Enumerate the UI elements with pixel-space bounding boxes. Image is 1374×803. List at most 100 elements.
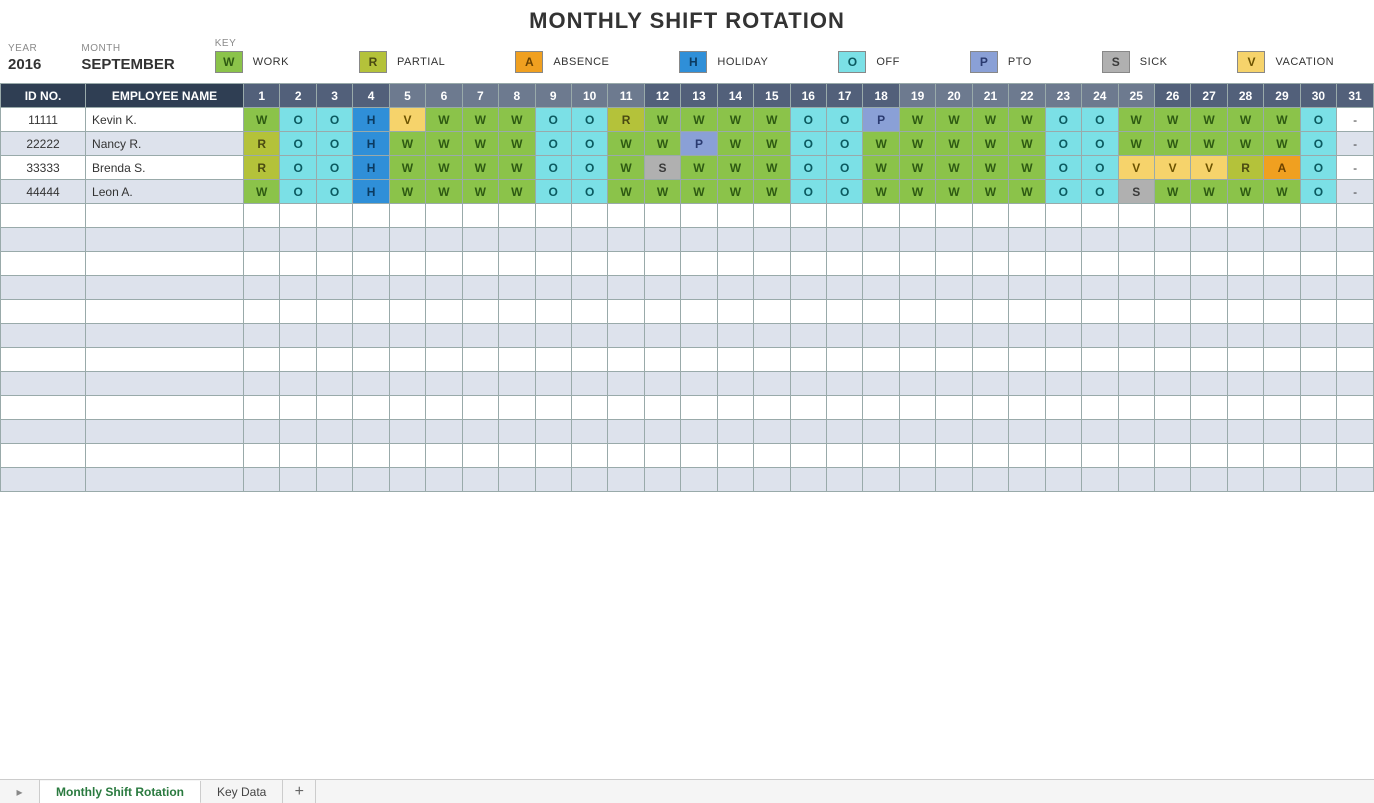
shift-cell[interactable] — [936, 420, 972, 444]
shift-cell[interactable] — [681, 324, 717, 348]
shift-cell[interactable] — [1045, 252, 1081, 276]
shift-cell[interactable] — [244, 396, 280, 420]
shift-cell[interactable]: W — [899, 156, 935, 180]
shift-cell[interactable]: W — [754, 180, 790, 204]
shift-cell[interactable] — [316, 468, 352, 492]
shift-cell[interactable] — [1118, 204, 1154, 228]
cell-id[interactable] — [1, 468, 86, 492]
shift-cell[interactable] — [571, 228, 607, 252]
shift-cell[interactable] — [353, 276, 389, 300]
shift-cell[interactable] — [681, 300, 717, 324]
shift-cell[interactable] — [1154, 420, 1190, 444]
shift-cell[interactable] — [571, 396, 607, 420]
shift-cell[interactable] — [244, 204, 280, 228]
shift-cell[interactable] — [353, 468, 389, 492]
shift-cell[interactable]: W — [972, 180, 1008, 204]
shift-cell[interactable]: R — [244, 132, 280, 156]
shift-cell[interactable] — [1337, 444, 1374, 468]
cell-name[interactable] — [86, 324, 244, 348]
shift-cell[interactable] — [1191, 420, 1227, 444]
shift-cell[interactable]: W — [754, 132, 790, 156]
shift-cell[interactable]: O — [316, 108, 352, 132]
shift-cell[interactable] — [1300, 396, 1336, 420]
shift-cell[interactable] — [462, 204, 498, 228]
shift-cell[interactable] — [280, 204, 316, 228]
shift-cell[interactable]: - — [1337, 108, 1374, 132]
shift-cell[interactable]: W — [1009, 132, 1045, 156]
shift-cell[interactable] — [462, 396, 498, 420]
cell-name[interactable] — [86, 252, 244, 276]
shift-cell[interactable]: W — [863, 180, 899, 204]
shift-cell[interactable] — [1227, 444, 1263, 468]
shift-cell[interactable] — [754, 300, 790, 324]
shift-cell[interactable] — [1009, 204, 1045, 228]
shift-cell[interactable]: O — [827, 180, 863, 204]
shift-cell[interactable] — [1045, 228, 1081, 252]
shift-cell[interactable] — [972, 372, 1008, 396]
shift-cell[interactable] — [1337, 204, 1374, 228]
shift-cell[interactable]: S — [644, 156, 680, 180]
shift-cell[interactable]: O — [790, 132, 826, 156]
shift-cell[interactable] — [571, 444, 607, 468]
shift-cell[interactable] — [1191, 396, 1227, 420]
shift-cell[interactable]: W — [681, 108, 717, 132]
shift-cell[interactable]: O — [571, 108, 607, 132]
shift-cell[interactable] — [754, 444, 790, 468]
shift-cell[interactable] — [863, 204, 899, 228]
shift-cell[interactable] — [1191, 372, 1227, 396]
shift-cell[interactable] — [571, 420, 607, 444]
shift-cell[interactable] — [353, 372, 389, 396]
shift-cell[interactable] — [644, 300, 680, 324]
shift-cell[interactable] — [1118, 276, 1154, 300]
shift-cell[interactable] — [571, 276, 607, 300]
shift-cell[interactable] — [535, 372, 571, 396]
shift-cell[interactable]: O — [1045, 132, 1081, 156]
shift-cell[interactable] — [899, 228, 935, 252]
shift-cell[interactable]: H — [353, 180, 389, 204]
shift-cell[interactable] — [681, 348, 717, 372]
shift-cell[interactable]: O — [1082, 108, 1118, 132]
shift-cell[interactable] — [1154, 468, 1190, 492]
shift-cell[interactable] — [571, 252, 607, 276]
cell-name[interactable]: Nancy R. — [86, 132, 244, 156]
shift-cell[interactable] — [1009, 252, 1045, 276]
cell-name[interactable] — [86, 396, 244, 420]
shift-cell[interactable] — [316, 372, 352, 396]
shift-cell[interactable] — [863, 372, 899, 396]
shift-cell[interactable]: O — [1300, 180, 1336, 204]
shift-cell[interactable]: O — [1300, 156, 1336, 180]
shift-cell[interactable] — [863, 276, 899, 300]
shift-cell[interactable] — [608, 348, 644, 372]
shift-cell[interactable] — [899, 420, 935, 444]
shift-cell[interactable] — [972, 228, 1008, 252]
shift-cell[interactable]: W — [644, 180, 680, 204]
shift-cell[interactable] — [608, 396, 644, 420]
shift-cell[interactable]: O — [1082, 132, 1118, 156]
shift-cell[interactable] — [1300, 204, 1336, 228]
cell-id[interactable] — [1, 348, 86, 372]
shift-cell[interactable]: W — [608, 132, 644, 156]
shift-cell[interactable] — [244, 228, 280, 252]
shift-cell[interactable] — [1227, 372, 1263, 396]
shift-cell[interactable] — [280, 468, 316, 492]
shift-cell[interactable] — [462, 228, 498, 252]
shift-cell[interactable]: W — [1191, 132, 1227, 156]
shift-cell[interactable] — [717, 300, 753, 324]
shift-cell[interactable] — [571, 204, 607, 228]
shift-cell[interactable] — [1082, 300, 1118, 324]
shift-cell[interactable]: O — [827, 156, 863, 180]
shift-cell[interactable]: O — [827, 108, 863, 132]
shift-cell[interactable]: O — [280, 180, 316, 204]
shift-cell[interactable]: O — [1300, 132, 1336, 156]
shift-cell[interactable] — [316, 348, 352, 372]
shift-cell[interactable] — [1082, 372, 1118, 396]
shift-cell[interactable] — [827, 300, 863, 324]
shift-cell[interactable] — [681, 204, 717, 228]
shift-cell[interactable]: W — [717, 180, 753, 204]
shift-cell[interactable]: O — [1082, 180, 1118, 204]
shift-cell[interactable]: W — [899, 180, 935, 204]
shift-cell[interactable] — [499, 420, 535, 444]
shift-cell[interactable] — [1154, 204, 1190, 228]
shift-cell[interactable] — [316, 420, 352, 444]
shift-cell[interactable] — [535, 324, 571, 348]
